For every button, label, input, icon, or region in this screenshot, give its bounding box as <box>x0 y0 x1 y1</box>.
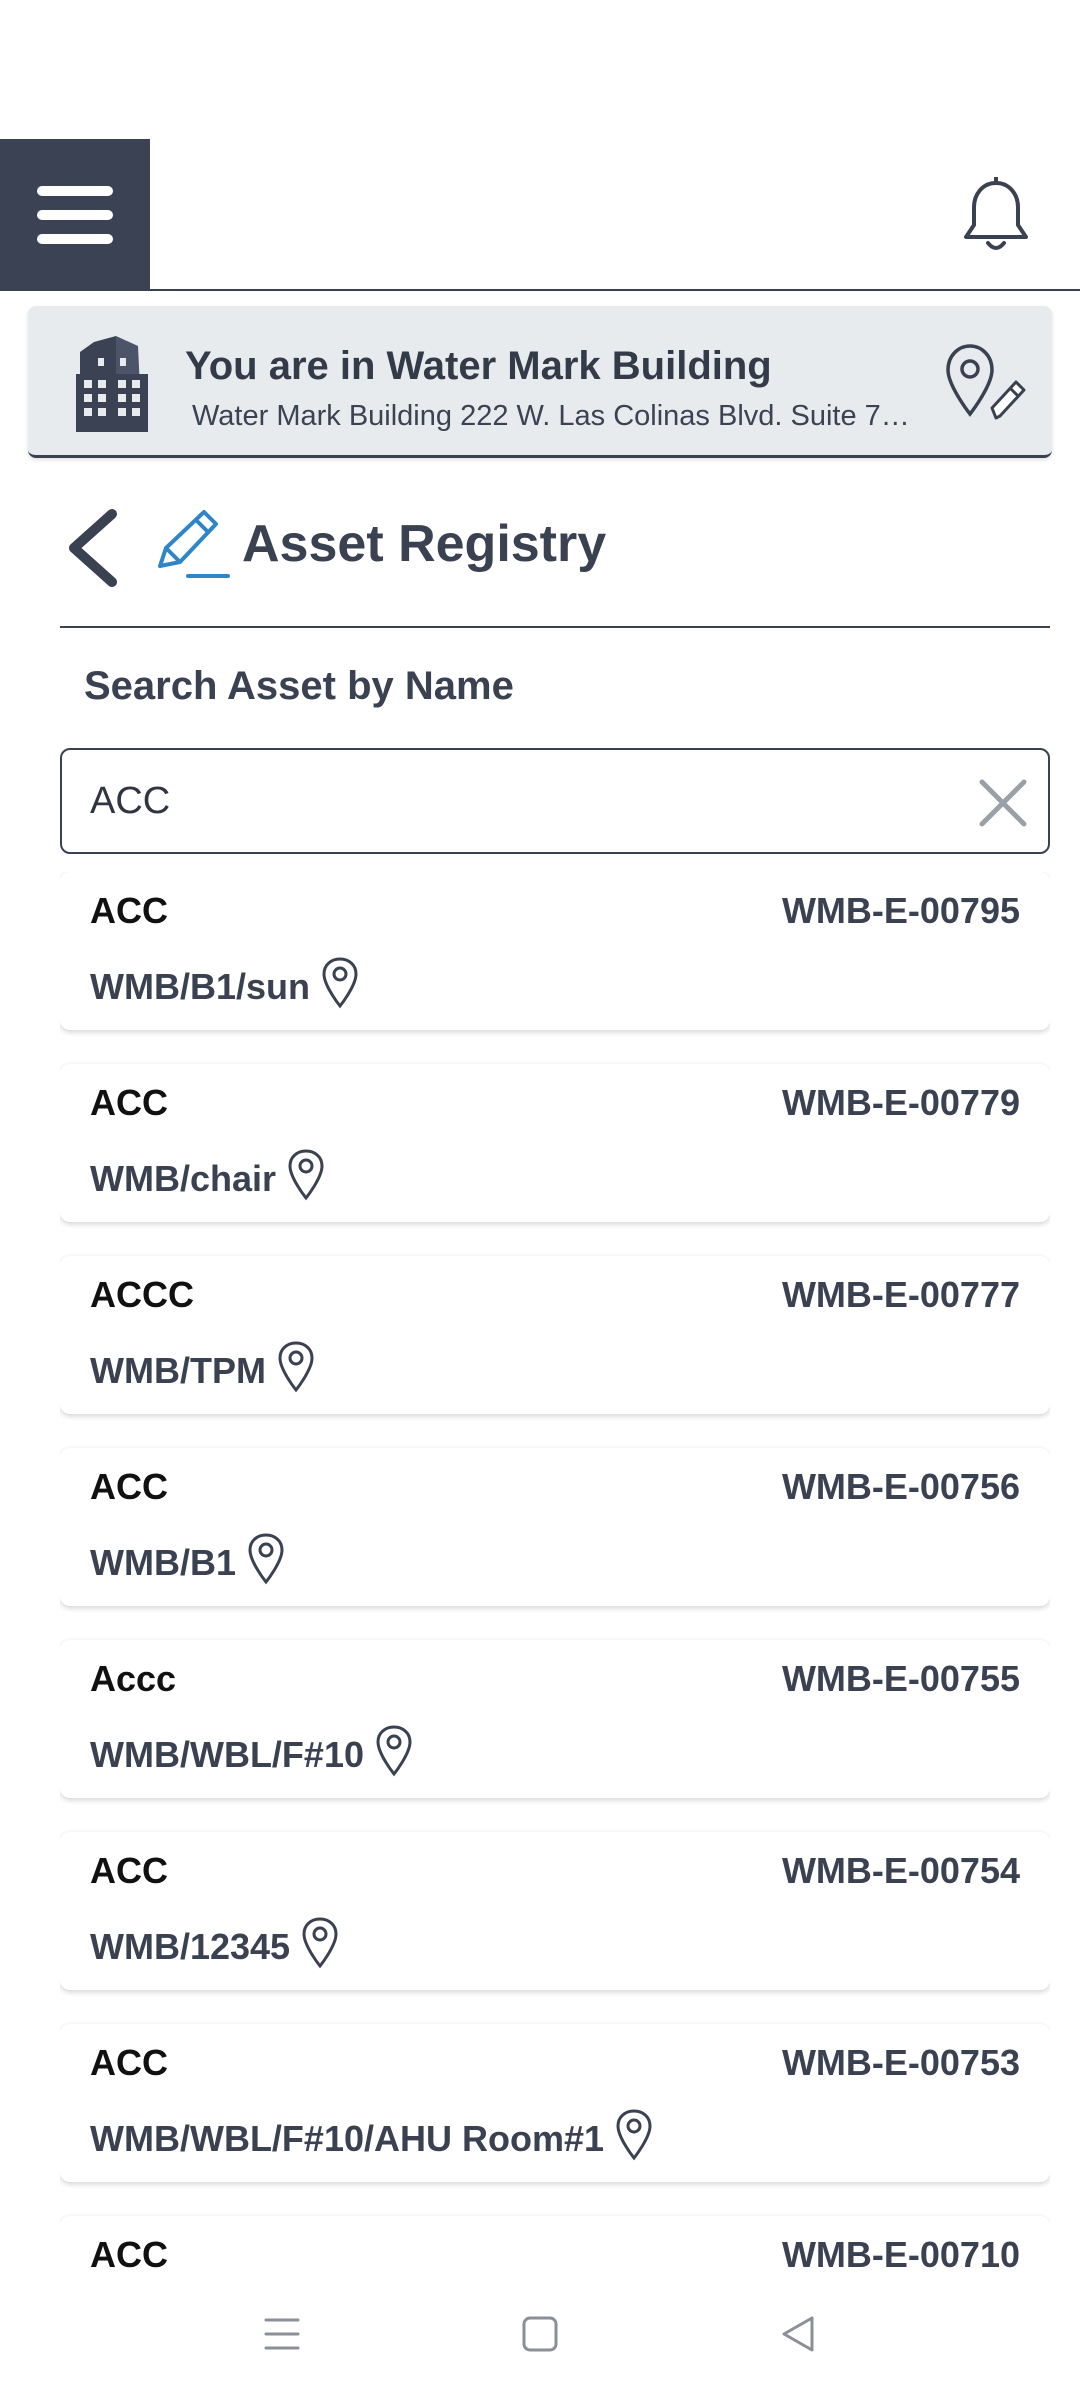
page-title: Asset Registry <box>242 515 607 573</box>
map-pin-icon[interactable] <box>320 956 360 1010</box>
asset-results-list[interactable]: ACC WMB-E-00795 WMB/B1/sun ACC WMB-E-007… <box>60 872 1050 2268</box>
location-edit-icon[interactable] <box>944 342 1028 424</box>
asset-name: ACC <box>90 1850 168 1891</box>
asset-card[interactable]: Accc WMB-E-00755 WMB/WBL/F#10 <box>60 1640 1050 1798</box>
asset-name: ACC <box>90 2042 168 2083</box>
asset-code: WMB-E-00779 <box>781 1082 1020 1123</box>
home-icon[interactable] <box>518 2312 562 2356</box>
asset-location-path: WMB/WBL/F#10 <box>90 1734 364 1775</box>
asset-code: WMB-E-00756 <box>781 1466 1020 1507</box>
asset-name: ACC <box>90 1466 168 1507</box>
bell-icon[interactable] <box>960 177 1032 255</box>
asset-card[interactable]: ACC WMB-E-00754 WMB/12345 <box>60 1832 1050 1990</box>
asset-location-path: WMB/chair <box>90 1158 277 1199</box>
map-pin-icon[interactable] <box>246 1532 286 1586</box>
map-pin-icon[interactable] <box>286 1148 326 1202</box>
asset-location: WMB/chair <box>90 1149 326 1202</box>
asset-name: ACC <box>90 1082 168 1123</box>
map-pin-icon[interactable] <box>614 2108 654 2162</box>
asset-location-path: WMB/TPM <box>90 1350 266 1391</box>
building-icon <box>76 336 148 432</box>
asset-location: WMB/TPM <box>90 1341 316 1394</box>
pencil-icon <box>158 510 230 578</box>
asset-name: Accc <box>90 1658 177 1699</box>
asset-card[interactable]: ACC WMB-E-00795 WMB/B1/sun <box>60 872 1050 1030</box>
asset-card[interactable]: ACC WMB-E-00753 WMB/WBL/F#10/AHU Room#1 <box>60 2024 1050 2182</box>
asset-card[interactable]: ACC WMB-E-00710 <box>60 2216 1050 2268</box>
asset-code: WMB-E-00710 <box>781 2234 1020 2268</box>
asset-card[interactable]: ACC WMB-E-00756 WMB/B1 <box>60 1448 1050 1606</box>
asset-name: ACC <box>90 890 168 931</box>
close-icon[interactable] <box>978 778 1028 828</box>
recent-apps-icon[interactable] <box>260 2312 304 2356</box>
asset-location: WMB/WBL/F#10 <box>90 1725 414 1778</box>
asset-location-path: WMB/B1 <box>90 1542 236 1583</box>
map-pin-icon[interactable] <box>276 1340 316 1394</box>
asset-name: ACC <box>90 2234 168 2268</box>
asset-code: WMB-E-00777 <box>781 1274 1020 1315</box>
asset-location: WMB/B1 <box>90 1533 286 1586</box>
building-title: You are in Water Mark Building <box>185 344 772 388</box>
asset-code: WMB-E-00753 <box>781 2042 1020 2083</box>
asset-card[interactable]: ACC WMB-E-00779 WMB/chair <box>60 1064 1050 1222</box>
map-pin-icon[interactable] <box>374 1724 414 1778</box>
asset-location: WMB/12345 <box>90 1917 340 1970</box>
system-navigation-bar <box>0 2268 1080 2400</box>
search-label: Search Asset by Name <box>84 664 514 708</box>
search-input[interactable] <box>90 750 950 852</box>
asset-card[interactable]: ACCC WMB-E-00777 WMB/TPM <box>60 1256 1050 1414</box>
search-field[interactable] <box>60 748 1050 854</box>
chevron-left-icon[interactable] <box>60 506 130 590</box>
asset-location-path: WMB/WBL/F#10/AHU Room#1 <box>90 2118 605 2159</box>
status-bar-area <box>0 0 1080 139</box>
building-address: Water Mark Building 222 W. Las Colinas B… <box>192 400 912 432</box>
hamburger-menu-icon[interactable] <box>0 139 150 291</box>
top-app-bar <box>0 139 1080 291</box>
asset-name: ACCC <box>90 1274 194 1315</box>
asset-code: WMB-E-00754 <box>781 1850 1020 1891</box>
asset-location: WMB/WBL/F#10/AHU Room#1 <box>90 2109 654 2162</box>
current-building-banner[interactable]: You are in Water Mark Building Water Mar… <box>28 306 1052 458</box>
map-pin-icon[interactable] <box>300 1916 340 1970</box>
asset-location-path: WMB/12345 <box>90 1926 291 1967</box>
asset-code: WMB-E-00755 <box>781 1658 1020 1699</box>
asset-code: WMB-E-00795 <box>781 890 1020 931</box>
back-nav-icon[interactable] <box>776 2312 820 2356</box>
page-header: Asset Registry <box>60 480 1050 628</box>
asset-location: WMB/B1/sun <box>90 957 360 1010</box>
asset-location-path: WMB/B1/sun <box>90 966 310 1007</box>
